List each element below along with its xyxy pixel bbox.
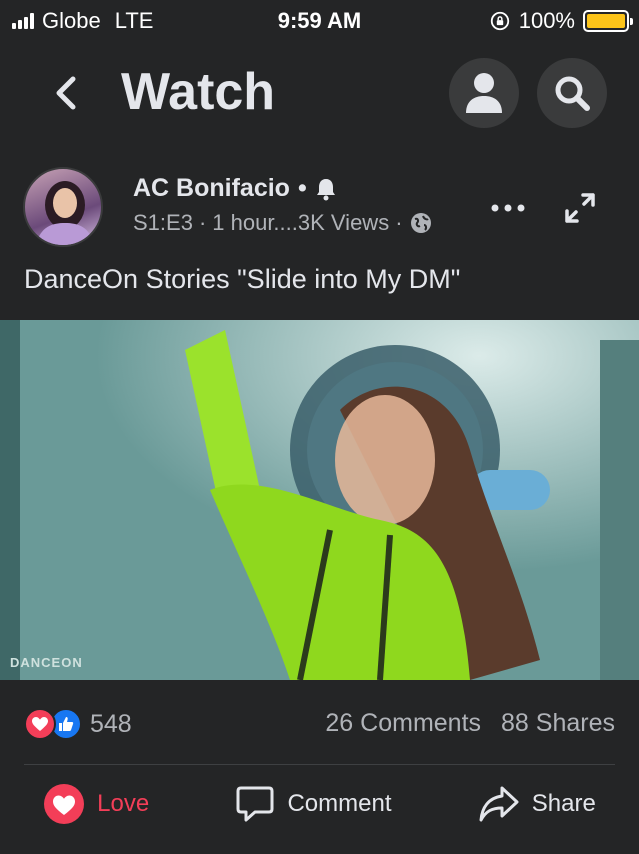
post-author[interactable]: AC Bonifacio • [133, 174, 337, 203]
share-label: Share [531, 790, 596, 817]
time-views: 1 hour....3K Views [212, 210, 390, 235]
author-separator: • [297, 174, 307, 202]
love-label: Love [97, 790, 150, 817]
post-meta: S1:E3 · 1 hour....3K Views · [133, 210, 433, 236]
watch-header: Watch [0, 44, 639, 144]
episode-label: S1:E3 [133, 210, 193, 235]
more-icon [491, 204, 525, 212]
person-icon [466, 73, 502, 113]
comment-button[interactable]: Comment [225, 778, 401, 830]
reaction-count: 548 [90, 709, 132, 738]
comments-count[interactable]: 26 Comments [325, 709, 481, 738]
comment-label: Comment [287, 790, 392, 817]
share-button[interactable]: Share [468, 778, 606, 830]
fullscreen-button[interactable] [560, 188, 600, 228]
page-title: Watch [121, 63, 276, 121]
chevron-left-icon [56, 76, 76, 110]
shares-count[interactable]: 88 Shares [501, 709, 615, 738]
battery-icon [583, 10, 633, 32]
search-button[interactable] [537, 58, 607, 128]
love-reaction-icon [24, 708, 56, 740]
bell-icon[interactable] [315, 177, 337, 201]
meta-separator: · [198, 210, 207, 235]
share-icon [479, 786, 519, 822]
reaction-icons [24, 708, 82, 740]
love-button[interactable]: Love [33, 777, 159, 831]
comment-icon [236, 786, 274, 822]
back-button[interactable] [44, 66, 88, 120]
battery-percent: 100% [518, 8, 575, 33]
post-caption: DanceOn Stories "Slide into My DM" [24, 264, 461, 294]
expand-icon [565, 193, 595, 223]
post-actions: Love Comment Share [0, 774, 639, 834]
heart-icon [44, 784, 85, 824]
video-watermark: DANCEON [10, 655, 83, 670]
profile-button[interactable] [449, 58, 519, 128]
battery-fill [587, 14, 625, 28]
status-right: 100% [489, 8, 633, 34]
status-bar: Globe LTE 9:59 AM 100% [0, 0, 639, 44]
video-player[interactable]: DANCEON [0, 320, 639, 680]
avatar[interactable] [23, 167, 103, 247]
video-post: AC Bonifacio • S1:E3 · 1 hour....3K View… [0, 144, 639, 854]
divider [24, 764, 615, 765]
engagement-counts: 26 Comments 88 Shares [325, 709, 615, 738]
reaction-summary[interactable]: 548 [24, 706, 132, 742]
search-icon [555, 76, 590, 111]
meta-separator-2: · [395, 210, 403, 235]
author-name: AC Bonifacio [133, 174, 290, 202]
globe-icon [410, 213, 431, 233]
video-frame [0, 320, 639, 680]
rotation-lock-icon [490, 11, 509, 31]
more-options-button[interactable] [488, 194, 528, 222]
